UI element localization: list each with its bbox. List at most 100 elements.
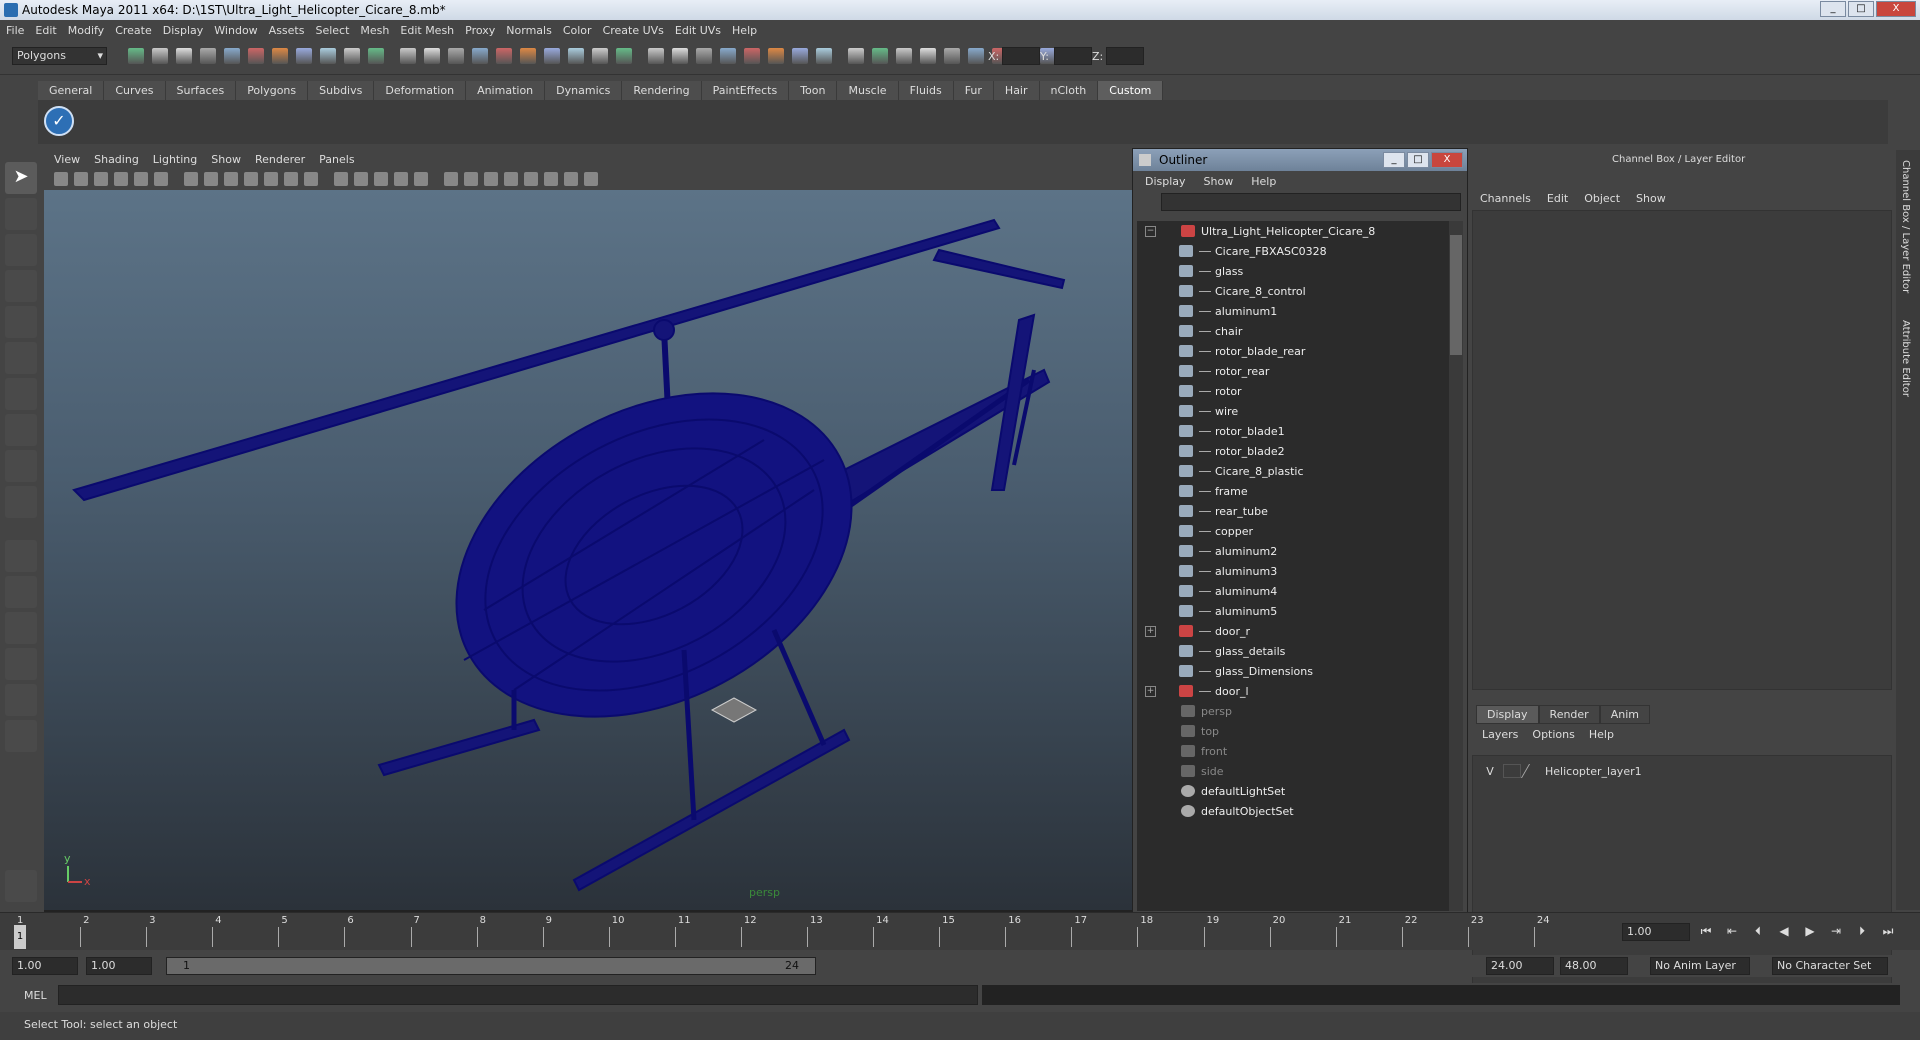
- viewport-tool-icon[interactable]: [524, 172, 538, 186]
- status-tool-icon[interactable]: [848, 48, 864, 64]
- status-tool-icon[interactable]: [920, 48, 936, 64]
- viewport-tool-icon[interactable]: [184, 172, 198, 186]
- status-tool-icon[interactable]: [568, 48, 584, 64]
- status-tool-icon[interactable]: [152, 48, 168, 64]
- menu-color[interactable]: Color: [563, 24, 592, 37]
- channel-menu-show[interactable]: Show: [1636, 192, 1666, 205]
- outliner-item-cicare_8_plastic[interactable]: Cicare_8_plastic: [1137, 461, 1453, 481]
- channel-menu-channels[interactable]: Channels: [1480, 192, 1531, 205]
- last-tool-icon[interactable]: [5, 486, 37, 518]
- viewport-menu-view[interactable]: View: [54, 153, 80, 166]
- viewport-tool-icon[interactable]: [284, 172, 298, 186]
- outliner-item-defaultlightset[interactable]: defaultLightSet: [1137, 781, 1453, 801]
- status-tool-icon[interactable]: [792, 48, 808, 64]
- outliner-close-button[interactable]: X: [1431, 152, 1463, 168]
- shelf-tab-muscle[interactable]: Muscle: [837, 81, 899, 100]
- lasso-tool-icon[interactable]: [5, 198, 37, 230]
- status-tool-icon[interactable]: [816, 48, 832, 64]
- outliner-title-bar[interactable]: Outliner _ □ X: [1133, 149, 1467, 171]
- viewport-tool-icon[interactable]: [74, 172, 88, 186]
- viewport-menu-renderer[interactable]: Renderer: [255, 153, 305, 166]
- show-manip-icon[interactable]: [5, 450, 37, 482]
- channel-menu-edit[interactable]: Edit: [1547, 192, 1568, 205]
- shelf-tab-dynamics[interactable]: Dynamics: [545, 81, 623, 100]
- go-to-end-icon[interactable]: ⏭: [1878, 924, 1898, 942]
- viewport-tool-icon[interactable]: [564, 172, 578, 186]
- status-tool-icon[interactable]: [768, 48, 784, 64]
- status-tool-icon[interactable]: [672, 48, 688, 64]
- animation-start-field[interactable]: 1.00: [12, 957, 78, 975]
- viewport-tool-icon[interactable]: [414, 172, 428, 186]
- outliner-item-chair[interactable]: chair: [1137, 321, 1453, 341]
- outliner-menu-help[interactable]: Help: [1251, 175, 1276, 188]
- status-tool-icon[interactable]: [248, 48, 264, 64]
- layer-visibility-toggle[interactable]: V: [1481, 765, 1499, 778]
- anim-layer-dropdown[interactable]: No Anim Layer: [1650, 957, 1750, 975]
- viewport-tool-icon[interactable]: [114, 172, 128, 186]
- shelf-tab-fur[interactable]: Fur: [953, 81, 994, 100]
- outliner-item-cicare_8_control[interactable]: Cicare_8_control: [1137, 281, 1453, 301]
- status-tool-icon[interactable]: [520, 48, 536, 64]
- viewport-menu-shading[interactable]: Shading: [94, 153, 139, 166]
- layer-color-swatch[interactable]: [1520, 764, 1544, 778]
- maximize-button[interactable]: □: [1848, 1, 1874, 17]
- status-tool-icon[interactable]: [448, 48, 464, 64]
- outliner-item-rotor_blade2[interactable]: rotor_blade2: [1137, 441, 1453, 461]
- outliner-item-rotor_blade_rear[interactable]: rotor_blade_rear: [1137, 341, 1453, 361]
- shelf-tab-toon[interactable]: Toon: [789, 81, 838, 100]
- viewport-tool-icon[interactable]: [374, 172, 388, 186]
- hypershade-layout-icon[interactable]: [5, 684, 37, 716]
- play-backward-icon[interactable]: ◀: [1774, 924, 1794, 942]
- menu-select[interactable]: Select: [315, 24, 349, 37]
- outliner-maximize-button[interactable]: □: [1407, 152, 1429, 168]
- status-tool-icon[interactable]: [696, 48, 712, 64]
- command-input[interactable]: [58, 985, 978, 1005]
- shelf-tab-hair[interactable]: Hair: [993, 81, 1040, 100]
- viewport-tool-icon[interactable]: [394, 172, 408, 186]
- outliner-item-frame[interactable]: frame: [1137, 481, 1453, 501]
- viewport-tool-icon[interactable]: [444, 172, 458, 186]
- shelf-tab-deformation[interactable]: Deformation: [374, 81, 467, 100]
- outliner-item-rotor[interactable]: rotor: [1137, 381, 1453, 401]
- viewport-tool-icon[interactable]: [154, 172, 168, 186]
- outliner-item-aluminum2[interactable]: aluminum2: [1137, 541, 1453, 561]
- shelf-tab-ncloth[interactable]: nCloth: [1039, 81, 1099, 100]
- status-tool-icon[interactable]: [720, 48, 736, 64]
- outliner-item-aluminum1[interactable]: aluminum1: [1137, 301, 1453, 321]
- outliner-minimize-button[interactable]: _: [1383, 152, 1405, 168]
- menu-create[interactable]: Create: [115, 24, 152, 37]
- viewport-tool-icon[interactable]: [544, 172, 558, 186]
- viewport-tool-icon[interactable]: [94, 172, 108, 186]
- step-back-frame-icon[interactable]: ⏴: [1748, 924, 1768, 942]
- menu-mesh[interactable]: Mesh: [360, 24, 389, 37]
- status-tool-icon[interactable]: [496, 48, 512, 64]
- soft-mod-icon[interactable]: [5, 414, 37, 446]
- go-to-start-icon[interactable]: ⏮: [1696, 924, 1716, 942]
- scale-tool-icon[interactable]: [5, 342, 37, 374]
- shelf-tab-custom[interactable]: Custom: [1098, 81, 1164, 100]
- layer-tab-render[interactable]: Render: [1538, 705, 1600, 724]
- step-back-key-icon[interactable]: ⇤: [1722, 924, 1742, 942]
- menu-help[interactable]: Help: [732, 24, 757, 37]
- attribute-editor-side-tab[interactable]: Attribute Editor: [1900, 320, 1911, 397]
- outliner-layout-icon[interactable]: [5, 612, 37, 644]
- viewport-menu-panels[interactable]: Panels: [319, 153, 354, 166]
- viewport-tool-icon[interactable]: [464, 172, 478, 186]
- mouse-settings-icon[interactable]: [5, 870, 37, 902]
- status-tool-icon[interactable]: [400, 48, 416, 64]
- step-forward-key-icon[interactable]: ⇥: [1826, 924, 1846, 942]
- status-tool-icon[interactable]: [272, 48, 288, 64]
- status-tool-icon[interactable]: [472, 48, 488, 64]
- play-forward-icon[interactable]: ▶: [1800, 924, 1820, 942]
- rotate-tool-icon[interactable]: [5, 306, 37, 338]
- layer-type-toggle[interactable]: [1503, 764, 1521, 778]
- z-input[interactable]: [1106, 47, 1144, 65]
- viewport-tool-icon[interactable]: [584, 172, 598, 186]
- status-tool-icon[interactable]: [224, 48, 240, 64]
- collapse-icon[interactable]: −: [1145, 225, 1156, 237]
- viewport-tool-icon[interactable]: [504, 172, 518, 186]
- shelf-tab-fluids[interactable]: Fluids: [898, 81, 954, 100]
- viewport-tool-icon[interactable]: [134, 172, 148, 186]
- status-tool-icon[interactable]: [616, 48, 632, 64]
- outliner-menu-display[interactable]: Display: [1145, 175, 1186, 188]
